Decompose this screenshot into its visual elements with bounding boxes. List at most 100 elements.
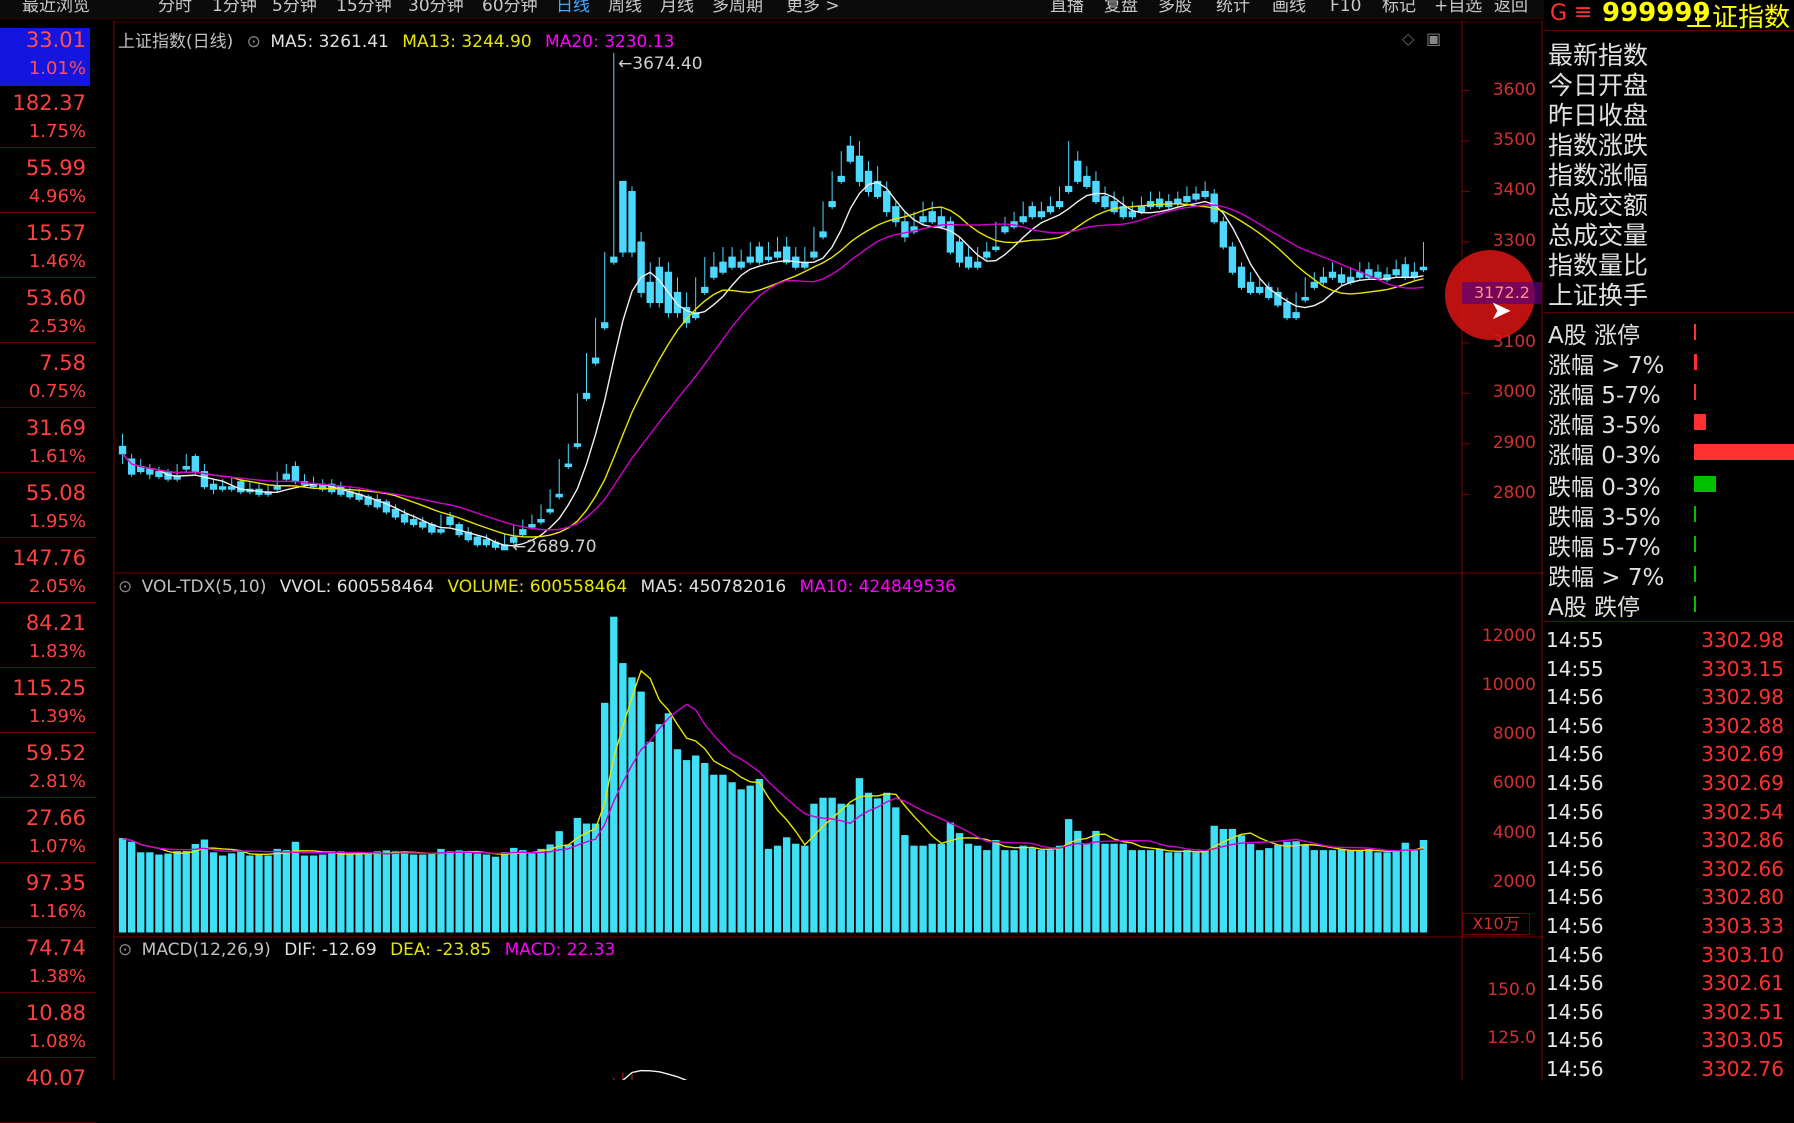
volume-collapse-icon[interactable]: ⊙ [118, 577, 132, 597]
tick-time: 14:56 [1546, 856, 1604, 881]
candle [974, 261, 982, 268]
breadth-label: 涨幅 0-3% [1548, 443, 1661, 469]
volume-bar [137, 852, 145, 933]
volume-bar [1310, 850, 1318, 933]
candle [1128, 211, 1137, 218]
volume-bar [1074, 830, 1082, 933]
dea-label: DEA: -23.85 [390, 940, 492, 960]
candle [1419, 266, 1428, 271]
volume-bar [218, 855, 227, 933]
volume-bar [1092, 830, 1100, 933]
volume-bar [409, 854, 418, 933]
volume-panel-header: ⊙ VOL-TDX(5,10) VVOL: 600558464 VOLUME: … [118, 577, 956, 597]
volume-bar [755, 778, 764, 933]
candle [828, 201, 836, 208]
volume-bar [209, 852, 218, 933]
candle [182, 466, 190, 470]
ma13-label: MA13: 3244.90 [402, 32, 532, 52]
volume-bar [964, 843, 973, 933]
candle [1328, 271, 1337, 278]
candle [173, 476, 181, 480]
volume-bar [1256, 850, 1264, 933]
tick-price: 3302.69 [1701, 742, 1784, 767]
diamond-icon[interactable]: ◇ [1402, 29, 1414, 48]
tick-time: 14:55 [1546, 628, 1604, 652]
candle [555, 493, 563, 498]
price-tick: 3300 [1492, 230, 1536, 251]
macd-panel-header: ⊙ MACD(12,26,9) DIF: -12.69 DEA: -23.85 … [118, 940, 615, 960]
macd-tick: 125.0 [1487, 1028, 1536, 1048]
breadth-label: 涨幅 5-7% [1548, 383, 1661, 409]
tick-time: 14:56 [1546, 885, 1604, 910]
volume-bar [319, 854, 327, 933]
tick-time: 14:56 [1546, 1028, 1604, 1053]
candle [1092, 180, 1100, 203]
kline-chart[interactable] [0, 0, 1544, 1080]
volume-bar [746, 785, 754, 933]
volume-bar [1419, 840, 1428, 933]
volume-bar [983, 850, 991, 933]
candle [1074, 160, 1082, 182]
quote-panel: G ≡ 999999 上证指数 最新指数 今日开盘 昨日收盘 指数涨跌 指数涨幅 总成交额… [1544, 0, 1794, 1081]
breadth-bar [1694, 596, 1696, 612]
volume-bar [764, 848, 773, 933]
breadth-label: 跌幅 > 7% [1548, 565, 1665, 591]
mouse-pointer-icon: ➤ [1490, 296, 1512, 326]
candle [282, 473, 290, 480]
candle [1037, 211, 1046, 218]
candle [1219, 221, 1227, 248]
volume-bar [291, 841, 300, 933]
volume-bar [228, 853, 236, 933]
macd-collapse-icon[interactable]: ⊙ [118, 940, 132, 960]
tick-time: 14:56 [1546, 771, 1604, 795]
price-tick: 2900 [1492, 432, 1536, 453]
volume-bar [1110, 843, 1118, 933]
candle [610, 256, 618, 263]
tick-price: 3302.98 [1701, 628, 1784, 652]
volume-bar [1337, 849, 1346, 933]
volume-bar [1274, 844, 1282, 933]
g-icon[interactable]: G [1550, 1, 1567, 26]
breadth-label: 涨幅 > 7% [1548, 353, 1665, 379]
volume-bar [1292, 841, 1300, 933]
candle [1337, 274, 1346, 283]
volume-bar [1365, 849, 1373, 933]
ma5-label: MA5: 3261.41 [270, 32, 389, 52]
volume-bar [910, 845, 918, 933]
tick-price: 3302.61 [1701, 971, 1784, 996]
divider [1544, 621, 1794, 622]
volume-bar [1064, 819, 1073, 933]
quote-header: G ≡ 999999 上证指数 [1544, 0, 1794, 33]
candle [855, 155, 864, 182]
menu-icon[interactable]: ≡ [1574, 0, 1592, 25]
volume-bar [1046, 850, 1055, 933]
panel-toggle-icon[interactable]: ▣ [1426, 29, 1441, 48]
volume-bar [719, 774, 727, 933]
volume-bar [382, 850, 391, 933]
collapse-icon[interactable]: ⊙ [247, 32, 261, 52]
volume-bar [537, 848, 545, 933]
candle [619, 180, 627, 253]
divider [1544, 312, 1794, 313]
volume-bar [1019, 845, 1027, 933]
volume-panel-title: VOL-TDX(5,10) [141, 577, 267, 597]
volume-bar [264, 855, 272, 933]
dif-line [622, 1069, 688, 1080]
candle [1237, 266, 1246, 288]
candle [519, 529, 527, 536]
volume-bar [901, 835, 909, 933]
candle [701, 286, 709, 293]
volume-bar [118, 838, 127, 933]
ma5-line [122, 181, 1424, 547]
breadth-bar [1694, 506, 1696, 522]
volume-tick: 10000 [1481, 675, 1536, 696]
volume-bar [782, 837, 791, 933]
volume-bar [1374, 852, 1382, 933]
volume-bar [1192, 852, 1200, 933]
low-value: 2689.70 [526, 537, 597, 557]
volume-bar [428, 853, 436, 933]
volume-bar [1101, 843, 1109, 933]
volume-bar [400, 851, 409, 933]
vol-ma10-label: MA10: 424849536 [799, 577, 956, 597]
macd-label: MACD: 22.33 [504, 940, 616, 960]
